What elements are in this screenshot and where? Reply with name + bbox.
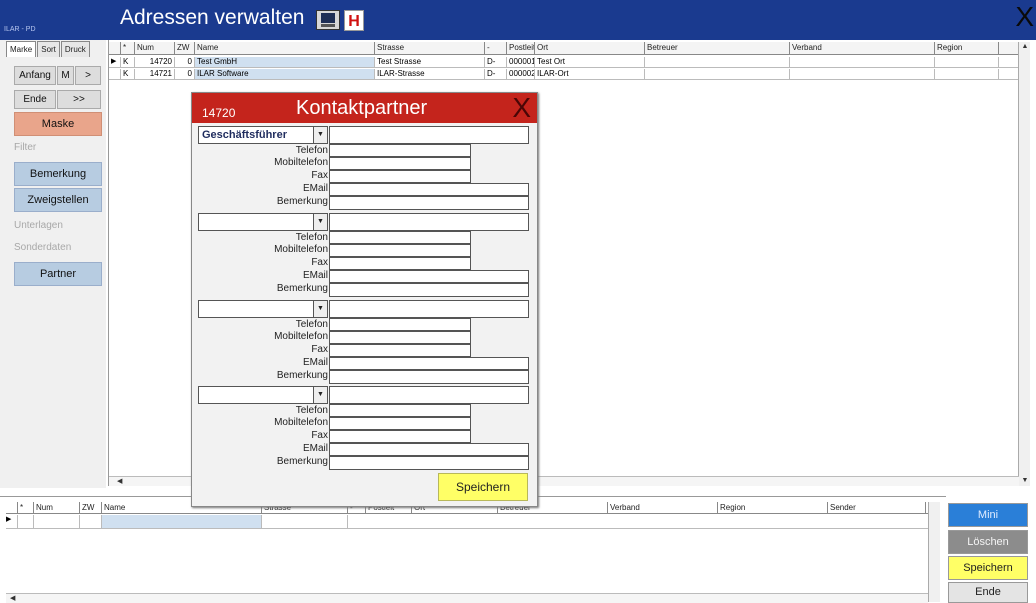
bemerkung-field[interactable] xyxy=(329,456,529,470)
chevron-down-icon[interactable]: ▼ xyxy=(313,387,327,403)
bemerkung-field[interactable] xyxy=(329,196,529,210)
contact-name-field[interactable] xyxy=(329,213,529,231)
scroll-down-icon[interactable]: ▼ xyxy=(1020,476,1030,486)
ende-nav-button[interactable]: Ende xyxy=(14,90,56,109)
bemerkung-field[interactable] xyxy=(329,370,529,384)
contact-name-field[interactable] xyxy=(329,126,529,144)
mobiltelefon-field[interactable] xyxy=(329,331,471,344)
bemerkung-button[interactable]: Bemerkung xyxy=(14,162,102,186)
speichern-button[interactable]: Speichern xyxy=(948,556,1028,580)
filter-label: Filter xyxy=(14,142,37,153)
table-row[interactable]: ▶ K 14720 0 Test GmbH Test Strasse D- 00… xyxy=(109,57,1019,68)
contact-name-field[interactable] xyxy=(329,300,529,318)
close-dialog-button[interactable]: X xyxy=(512,93,531,123)
marker-button[interactable]: M xyxy=(57,66,74,85)
zweigstellen-button[interactable]: Zweigstellen xyxy=(14,188,102,212)
col-num[interactable]: Num xyxy=(135,42,175,54)
col-region[interactable]: Region xyxy=(935,42,999,54)
sonderdaten-label: Sonderdaten xyxy=(14,242,72,253)
close-window-button[interactable]: X xyxy=(1015,0,1034,34)
col-betreuer[interactable]: Betreuer xyxy=(645,42,790,54)
kontaktpartner-dialog: 14720 Kontaktpartner X Geschäftsführer ▼… xyxy=(191,92,538,507)
fax-field[interactable] xyxy=(329,430,471,443)
col-zw[interactable]: ZW xyxy=(80,502,102,513)
detail-horizontal-scrollbar[interactable]: ◀ xyxy=(6,593,928,603)
anfang-button[interactable]: Anfang xyxy=(14,66,56,85)
bemerkung-field[interactable] xyxy=(329,283,529,297)
sidebar: Marke Sort Druck Anfang M > Ende >> Mask… xyxy=(0,40,106,488)
app-window: ILAR - PD Adressen verwalten H X Marke S… xyxy=(0,0,1036,603)
mobiltelefon-field[interactable] xyxy=(329,417,471,430)
role-select[interactable]: Geschäftsführer ▼ xyxy=(198,126,328,144)
tab-sort[interactable]: Sort xyxy=(37,41,60,57)
mini-button[interactable]: Mini xyxy=(948,503,1028,527)
col-marker[interactable]: * xyxy=(121,42,135,54)
col-num[interactable]: Num xyxy=(34,502,80,513)
maske-button[interactable]: Maske xyxy=(14,112,102,136)
email-field[interactable] xyxy=(329,183,529,196)
col-ort[interactable]: Ort xyxy=(535,42,645,54)
contact-name-field[interactable] xyxy=(329,386,529,404)
app-label: ILAR - PD xyxy=(4,26,36,33)
col-postleit[interactable]: Postleit xyxy=(507,42,535,54)
telefon-field[interactable] xyxy=(329,231,471,244)
ende-button[interactable]: Ende xyxy=(948,582,1028,603)
partner-button[interactable]: Partner xyxy=(14,262,102,286)
dialog-title: Kontaktpartner xyxy=(296,97,428,119)
col-marker[interactable]: * xyxy=(18,502,34,513)
help-button[interactable]: H xyxy=(344,10,364,31)
col-name[interactable]: Name xyxy=(195,42,375,54)
table-row[interactable]: ▶ xyxy=(6,515,938,529)
table-row[interactable]: K 14721 0 ILAR Software ILAR-Strasse D- … xyxy=(109,69,1019,80)
mobiltelefon-field[interactable] xyxy=(329,244,471,257)
mobiltelefon-field[interactable] xyxy=(329,157,471,170)
email-field[interactable] xyxy=(329,357,529,370)
scroll-up-icon[interactable]: ▲ xyxy=(1020,42,1030,52)
role-select[interactable]: ▼ xyxy=(198,300,328,318)
email-field[interactable] xyxy=(329,443,529,456)
grid-vertical-scrollbar[interactable]: ▲ ▼ xyxy=(1018,42,1030,486)
telefon-field[interactable] xyxy=(329,318,471,331)
title-bar: ILAR - PD Adressen verwalten H X xyxy=(0,0,1036,40)
scroll-left-icon[interactable]: ◀ xyxy=(10,595,15,602)
telefon-field[interactable] xyxy=(329,144,471,157)
col-sender[interactable]: Sender xyxy=(828,502,926,513)
col-strasse[interactable]: Strasse xyxy=(375,42,485,54)
row-pointer-icon: ▶ xyxy=(6,515,18,528)
dialog-number: 14720 xyxy=(202,106,236,120)
fax-field[interactable] xyxy=(329,170,471,183)
col-land[interactable]: - xyxy=(485,42,507,54)
chevron-down-icon[interactable]: ▼ xyxy=(313,127,327,143)
scroll-left-icon[interactable]: ◀ xyxy=(117,477,122,485)
chevron-down-icon[interactable]: ▼ xyxy=(313,214,327,230)
fax-field[interactable] xyxy=(329,257,471,270)
dialog-save-button[interactable]: Speichern xyxy=(438,473,528,501)
email-field[interactable] xyxy=(329,270,529,283)
window-title: Adressen verwalten xyxy=(120,6,305,29)
tab-druck[interactable]: Druck xyxy=(60,41,90,57)
col-verband[interactable]: Verband xyxy=(790,42,935,54)
monitor-icon[interactable] xyxy=(316,10,340,30)
chevron-down-icon[interactable]: ▼ xyxy=(313,301,327,317)
tab-marke[interactable]: Marke xyxy=(6,41,37,57)
fax-field[interactable] xyxy=(329,344,471,357)
grid-header: * Num ZW Name Strasse - Postleit Ort Bet… xyxy=(109,42,1019,55)
col-verband[interactable]: Verband xyxy=(608,502,718,513)
sidebar-tabs: Marke Sort Druck xyxy=(6,41,91,57)
role-select[interactable]: ▼ xyxy=(198,386,328,404)
last-button[interactable]: >> xyxy=(57,90,101,109)
detail-grid: * Num ZW Name Strasse - Postleit Ort Bet… xyxy=(0,496,946,603)
row-pointer-icon: ▶ xyxy=(109,57,121,67)
unterlagen-label: Unterlagen xyxy=(14,220,63,231)
role-select[interactable]: ▼ xyxy=(198,213,328,231)
detail-vertical-scrollbar[interactable] xyxy=(928,502,940,602)
telefon-field[interactable] xyxy=(329,404,471,417)
dialog-header: 14720 Kontaktpartner X xyxy=(192,93,537,123)
next-button[interactable]: > xyxy=(75,66,101,85)
col-region[interactable]: Region xyxy=(718,502,828,513)
col-zw[interactable]: ZW xyxy=(175,42,195,54)
loeschen-button[interactable]: Löschen xyxy=(948,530,1028,554)
